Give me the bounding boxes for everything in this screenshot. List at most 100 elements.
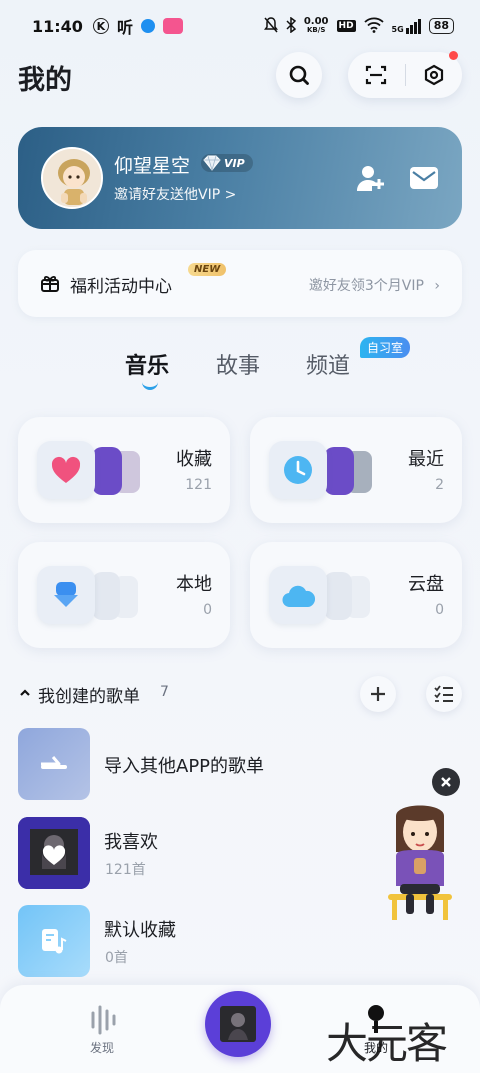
add-friend-button[interactable]	[356, 163, 386, 193]
plus-icon	[371, 687, 385, 701]
welfare-center-banner[interactable]: 福利活动中心 NEW 邀好友领3个月VIP ›	[18, 250, 462, 317]
study-room-badge: 自习室	[360, 337, 411, 358]
status-time: 11:40	[32, 16, 83, 36]
now-playing-button[interactable]	[205, 991, 271, 1057]
tab-music[interactable]: 音乐	[125, 348, 169, 380]
import-icon	[41, 756, 67, 769]
local-label: 本地	[176, 574, 212, 595]
local-count: 0	[203, 602, 212, 618]
cloud-icon	[282, 585, 315, 608]
invite-friends-link[interactable]: 邀请好友送他VIP >	[114, 184, 236, 204]
playlist-item-import[interactable]: 导入其他APP的歌单	[18, 728, 318, 800]
playlist-song-count: 0首	[105, 950, 128, 966]
album-art	[18, 817, 90, 889]
username: 仰望星空	[114, 155, 191, 177]
avatar[interactable]	[41, 147, 103, 209]
welfare-title: 福利活动中心	[70, 277, 172, 297]
download-icon-box	[37, 566, 95, 624]
album-cover-stack	[92, 447, 122, 495]
manage-playlists-button[interactable]	[426, 676, 462, 712]
heart-icon-box	[37, 441, 95, 499]
cloud-label: 云盘	[408, 574, 444, 595]
import-cover	[18, 728, 90, 800]
local-tile[interactable]: 本地 0	[18, 542, 230, 648]
playlist-name: 默认收藏	[104, 920, 176, 941]
created-playlists-count: 7	[160, 684, 169, 700]
favorites-tile[interactable]: 收藏 121	[18, 417, 230, 523]
wifi-icon	[363, 17, 384, 36]
playlist-name: 导入其他APP的歌单	[104, 756, 265, 777]
now-playing-cover	[220, 1006, 256, 1042]
welfare-promo[interactable]: 邀好友领3个月VIP ›	[309, 275, 440, 295]
tab-stories[interactable]: 故事	[216, 348, 260, 380]
liked-cover	[18, 817, 90, 889]
chevron-up-icon[interactable]	[18, 686, 32, 700]
net-speed-unit: KB/S	[307, 26, 326, 34]
playlist-item-liked[interactable]: 我喜欢 121首	[18, 817, 318, 889]
checklist-icon	[434, 685, 453, 702]
hd-icon: HD	[336, 20, 356, 32]
new-badge: NEW	[188, 263, 227, 276]
recent-label: 最近	[408, 449, 444, 470]
close-mascot-button[interactable]	[432, 768, 460, 796]
vip-badge: VIP	[201, 154, 253, 172]
chevron-right-icon: ›	[434, 278, 440, 294]
signal-label: 5G	[391, 24, 404, 34]
net-speed: 0.00 KB/S	[304, 17, 329, 35]
add-playlist-button[interactable]	[360, 676, 396, 712]
pink-app-icon	[162, 18, 183, 34]
battery-icon: 88	[428, 18, 454, 34]
recent-count: 2	[435, 477, 444, 493]
mail-icon	[410, 167, 438, 189]
playlist-song-count: 121首	[105, 862, 146, 878]
heart-icon	[51, 456, 81, 483]
default-cover	[18, 905, 90, 977]
placeholder-stack	[92, 572, 120, 620]
cloud-tile[interactable]: 云盘 0	[250, 542, 462, 648]
profile-card[interactable]: 仰望星空 VIP 邀请好友送他VIP >	[18, 127, 462, 229]
clock-icon	[284, 456, 312, 484]
notification-dot	[449, 51, 458, 60]
placeholder-stack	[324, 572, 352, 620]
floating-mascot[interactable]	[378, 796, 462, 922]
favorites-label: 收藏	[176, 449, 212, 470]
discover-icon	[91, 1005, 116, 1035]
mascot-illustration	[388, 805, 452, 920]
cloud-icon-box	[269, 566, 327, 624]
playlist-name: 我喜欢	[104, 832, 158, 853]
scan-button[interactable]	[348, 52, 405, 98]
content-tabs: 音乐 故事 频道 自习室	[0, 337, 480, 394]
favorites-count: 121	[185, 477, 212, 493]
clock-icon-box	[269, 441, 327, 499]
watermark: 大元客	[326, 1019, 448, 1068]
created-playlists-header: 我创建的歌单 7	[18, 676, 462, 712]
scan-icon	[366, 65, 387, 85]
download-icon	[54, 582, 78, 607]
net-speed-value: 0.00	[303, 16, 329, 27]
header: 我的	[0, 51, 480, 100]
playlist-item-default[interactable]: 默认收藏 0首	[18, 905, 318, 977]
search-button[interactable]	[276, 52, 322, 98]
tab-active-indicator	[142, 382, 158, 390]
album-cover-stack	[324, 447, 354, 495]
signal-icon: 5G	[391, 18, 421, 34]
messages-button[interactable]	[409, 165, 439, 191]
tab-channels[interactable]: 频道	[306, 348, 350, 380]
created-playlists-title[interactable]: 我创建的歌单	[38, 682, 140, 707]
music-app-icon	[140, 19, 155, 33]
vip-label: VIP	[224, 156, 245, 170]
nav-discover[interactable]: 发现	[78, 1003, 126, 1059]
diamond-icon	[203, 155, 221, 171]
close-icon	[441, 777, 451, 787]
gift-icon	[41, 275, 59, 292]
k-app-icon: K	[92, 18, 109, 34]
status-bar: 11:40 K 听 0.00 KB/S HD 5G 88	[0, 0, 480, 52]
nav-discover-label: 发现	[89, 1041, 114, 1055]
mute-icon	[263, 16, 278, 36]
recent-tile[interactable]: 最近 2	[250, 417, 462, 523]
page-title: 我的	[18, 65, 72, 96]
header-actions	[348, 51, 462, 98]
add-user-icon	[357, 166, 384, 191]
listen-app-icon: 听	[116, 18, 133, 37]
cloud-count: 0	[435, 602, 444, 618]
